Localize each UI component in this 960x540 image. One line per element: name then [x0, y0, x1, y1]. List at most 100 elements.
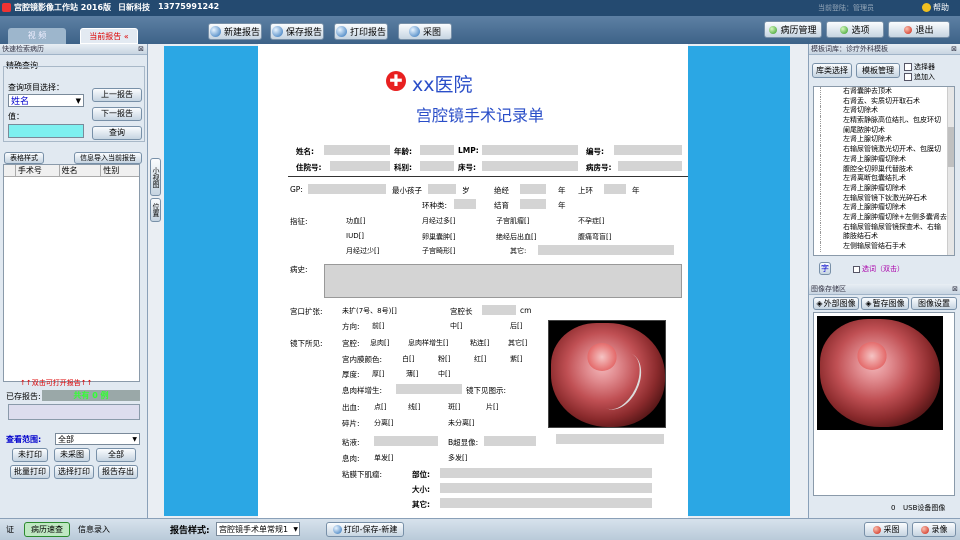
mucus-field[interactable]	[374, 436, 438, 446]
indication-option[interactable]: 卵巢囊肿[]	[422, 232, 455, 242]
thumbnail-image[interactable]	[817, 316, 943, 430]
direction-front-option[interactable]: 前[]	[372, 321, 384, 331]
thickness-option[interactable]: 厚[]	[372, 369, 384, 379]
new-report-button[interactable]: 新建报告	[208, 23, 262, 40]
bleeding-option[interactable]: 点[]	[374, 402, 386, 412]
template-item[interactable]: 左侧输尿管结石手术	[820, 242, 954, 252]
indication-option[interactable]: 腹痛弯盲[]	[578, 232, 611, 242]
serial-field[interactable]	[614, 145, 682, 155]
template-manage-button[interactable]: 模板管理	[856, 63, 900, 78]
batch-print-button[interactable]: 批量打印	[10, 465, 50, 479]
close-icon[interactable]: ⊠	[138, 44, 144, 55]
print-save-new-button[interactable]: 打印-保存-新建	[326, 522, 404, 537]
options-button[interactable]: 选项	[826, 21, 884, 38]
unsaved-button[interactable]: 未采图	[54, 448, 90, 462]
cavity-length-field[interactable]	[482, 305, 516, 315]
select-print-button[interactable]: 选择打印	[54, 465, 94, 479]
color-option[interactable]: 红[]	[474, 354, 486, 364]
multi-select-checkbox[interactable]: 选词（双击）	[853, 264, 904, 274]
unprinted-button[interactable]: 未打印	[12, 448, 48, 462]
template-item[interactable]: 阑尾脓肿切术	[820, 125, 954, 136]
template-item[interactable]: 右输尿管输尿管镜探查术、右输	[820, 222, 954, 233]
template-item[interactable]: 腹腔全切卵巢代替肢术	[820, 164, 954, 175]
indication-other-field[interactable]	[538, 245, 674, 255]
ultrasound-field[interactable]	[484, 436, 536, 446]
color-option[interactable]: 粉[]	[438, 354, 450, 364]
polyp-option[interactable]: 多发[]	[448, 453, 467, 463]
ring-type-field[interactable]	[454, 199, 476, 209]
info-entry-button[interactable]: 信息录入	[78, 524, 110, 535]
template-item[interactable]: 右肾囊肿去顶术	[820, 87, 954, 97]
min-child-field[interactable]	[428, 184, 456, 194]
bed-field[interactable]	[482, 161, 578, 171]
age-field[interactable]	[420, 145, 454, 155]
record-button[interactable]: 录像	[912, 522, 956, 537]
bleeding-option[interactable]: 线[]	[408, 402, 420, 412]
tab-form-style[interactable]: 表格样式	[4, 152, 44, 164]
template-item[interactable]: 左精索静脉高位结扎、包皮环切	[820, 116, 954, 126]
admission-field[interactable]	[330, 161, 390, 171]
external-image-button[interactable]: ◈ 外部图像	[813, 297, 859, 310]
size-field[interactable]	[440, 483, 652, 493]
print-report-button[interactable]: 打印报告	[334, 23, 388, 40]
tab-current-report[interactable]: 当前报告 «	[80, 28, 138, 44]
close-icon[interactable]: ⊠	[952, 284, 958, 295]
thickness-option[interactable]: 中[]	[438, 369, 450, 379]
indication-option[interactable]: 子宫肌瘤[]	[496, 216, 529, 226]
tab-video[interactable]: 视 频	[8, 28, 66, 44]
stop-image-button[interactable]: ◈ 暂存图像	[861, 297, 909, 310]
template-item[interactable]: 膝肢结石术	[820, 232, 954, 242]
thickness-option[interactable]: 薄[]	[406, 369, 418, 379]
endoscopic-image[interactable]	[548, 320, 666, 428]
other-field[interactable]	[440, 498, 652, 508]
cavity-option[interactable]: 息肉样增生[]	[408, 338, 448, 348]
indication-option[interactable]: 绝经后出血[]	[496, 232, 536, 242]
direction-back-option[interactable]: 后[]	[510, 321, 522, 331]
cavity-option[interactable]: 其它[]	[508, 338, 527, 348]
cavity-option[interactable]: 息肉[]	[370, 338, 389, 348]
all-button[interactable]: 全部	[96, 448, 136, 462]
template-item[interactable]: 左肾切除术	[820, 106, 954, 117]
selector-checkbox[interactable]: 选择器	[904, 62, 935, 72]
capture-status-button[interactable]: 采图	[864, 522, 908, 537]
prev-report-button[interactable]: 上一报告	[92, 88, 142, 102]
gp-field[interactable]	[308, 184, 386, 194]
template-item[interactable]: 左肾上腺肿瘤切除术	[820, 203, 954, 213]
help-button[interactable]: 帮助	[922, 2, 949, 13]
position-field[interactable]	[440, 468, 652, 478]
exit-button[interactable]: 退出	[888, 21, 950, 38]
debris-option[interactable]: 分离[]	[374, 418, 393, 428]
template-item[interactable]: 左肾离断包囊结扎术	[820, 174, 954, 184]
indication-option[interactable]: 月经过多[]	[422, 216, 455, 226]
indication-option[interactable]: 月经过少[]	[346, 246, 379, 256]
word-button[interactable]: 字	[819, 262, 831, 275]
template-item[interactable]: 左肾上腺肿瘤切除术	[820, 183, 954, 194]
export-report-button[interactable]: 报告存出	[98, 465, 138, 479]
color-option[interactable]: 白[]	[402, 354, 414, 364]
debris-option[interactable]: 未分离[]	[448, 418, 474, 428]
column-header[interactable]: 手术号	[16, 164, 60, 177]
image-caption-field[interactable]	[556, 434, 664, 444]
column-header[interactable]: 性别	[101, 165, 139, 177]
template-item[interactable]: 左肾上腺肿瘤切除术	[820, 154, 954, 165]
cavity-option[interactable]: 粘连[]	[470, 338, 489, 348]
mini-view-tab[interactable]: 小视图	[150, 158, 161, 196]
lmp-field[interactable]	[482, 145, 578, 155]
name-field[interactable]	[324, 145, 390, 155]
indication-option[interactable]: 功血[]	[346, 216, 365, 226]
template-item[interactable]: 左输尿管镜下钬激光碎石术	[820, 193, 954, 204]
save-report-button[interactable]: 保存报告	[270, 23, 324, 40]
value-input[interactable]	[8, 124, 84, 138]
column-header[interactable]: 姓名	[60, 164, 102, 177]
template-item[interactable]: 右肾盂、实质切开取石术	[820, 96, 954, 107]
report-style-select[interactable]: 宫腔镜手术单常规1 ▼	[216, 522, 300, 536]
color-option[interactable]: 紫[]	[510, 354, 522, 364]
indication-option[interactable]: 不孕症[]	[578, 216, 604, 226]
ring-field[interactable]	[604, 184, 626, 194]
records-query-button[interactable]: 病历速查	[24, 522, 70, 537]
close-icon[interactable]: ⊠	[951, 44, 957, 55]
dilation-option[interactable]: 未扩(7号、8号)[]	[342, 306, 397, 316]
query-item-select[interactable]: 姓名 ▼	[8, 94, 84, 107]
menopause-field[interactable]	[520, 184, 546, 194]
bleeding-option[interactable]: 片[]	[486, 402, 498, 412]
